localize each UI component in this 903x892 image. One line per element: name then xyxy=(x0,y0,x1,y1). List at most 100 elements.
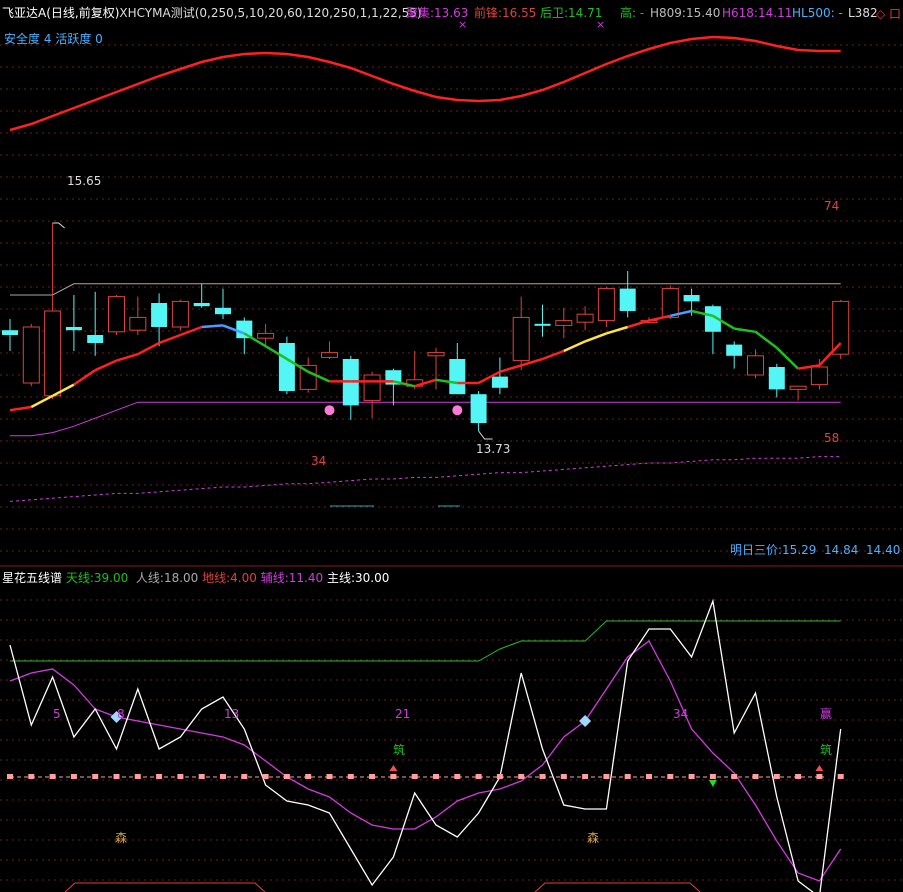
l382-label: L382 xyxy=(848,6,878,20)
candle-body-up xyxy=(789,385,807,390)
baseline-square xyxy=(560,774,567,779)
baseline-square xyxy=(28,774,35,779)
baseline-square xyxy=(220,774,226,779)
top-red-curve xyxy=(9,35,841,132)
bottom-bracket xyxy=(64,882,266,892)
ma-segment xyxy=(201,324,224,329)
sen-label-2: 森 xyxy=(587,831,600,845)
baseline-square xyxy=(241,774,248,779)
baseline-square xyxy=(603,774,610,779)
baseline-square xyxy=(326,774,333,779)
fib-21-label: 21 xyxy=(395,707,411,721)
h618-value: 14.11 xyxy=(757,6,793,20)
baseline-square xyxy=(411,774,418,779)
ren-label: 人线: xyxy=(135,571,164,585)
baseline-square xyxy=(198,774,205,779)
juji-marker: × xyxy=(458,18,468,31)
baseline-square xyxy=(539,774,546,779)
tomorrow-p3: 14.40 xyxy=(866,543,901,557)
baseline-square xyxy=(49,774,56,779)
candle-body-up xyxy=(44,310,62,397)
candle-body-up xyxy=(661,288,679,318)
anquan-value: 4 xyxy=(43,32,52,46)
gem-icon xyxy=(452,405,463,416)
h618-label: H618: xyxy=(722,6,758,20)
ma-segment xyxy=(754,330,778,349)
candle-body-up xyxy=(576,313,594,323)
baseline-square xyxy=(156,774,163,779)
baseline-square xyxy=(646,774,652,779)
houwei-label: 后卫: xyxy=(540,6,569,20)
baseline-square xyxy=(7,774,13,779)
zhu-label: 主线: xyxy=(326,571,355,585)
ma-segment xyxy=(734,327,756,334)
ma-segment xyxy=(116,353,139,362)
baseline-square xyxy=(70,774,77,779)
candle-body-up xyxy=(363,374,381,402)
baseline-square xyxy=(390,774,397,779)
baseline-square xyxy=(518,774,525,779)
sub-title: 星花五线谱 xyxy=(2,571,63,585)
baseline-square xyxy=(709,774,716,779)
anquan-label: 安全度 xyxy=(4,32,41,46)
huoyue-value: 0 xyxy=(95,32,103,46)
houwei-marker: × xyxy=(596,18,606,31)
ma-segment xyxy=(648,314,671,322)
baseline-square xyxy=(731,774,738,779)
ma-segment xyxy=(627,319,650,329)
candle-body-down xyxy=(151,303,168,327)
zhu-line xyxy=(9,598,842,892)
window-control-icons[interactable]: ◇ 口 xyxy=(876,5,901,22)
baseline-square xyxy=(816,774,823,779)
level-58-label: 58 xyxy=(824,431,840,445)
gem-icon xyxy=(324,405,335,416)
ma-segment xyxy=(775,346,799,370)
sen-label-1: 森 xyxy=(115,831,128,845)
candle-body-up xyxy=(832,300,850,355)
candle-body-down xyxy=(619,288,636,311)
low-leader-line xyxy=(478,430,493,440)
baseline-square xyxy=(454,774,461,779)
ma-segment xyxy=(158,333,181,345)
candle-body-down xyxy=(2,330,18,335)
zhu-label-2: 筑 xyxy=(820,743,833,757)
qianfeng-label: 前锋: xyxy=(474,6,503,20)
candle-body-up xyxy=(257,332,275,339)
baseline-square xyxy=(624,774,631,779)
candle-body-up xyxy=(171,300,189,328)
qianfeng-value: 16.55 xyxy=(502,6,537,20)
baseline-square xyxy=(433,774,439,779)
candle-body-up xyxy=(129,316,147,331)
ma-segment xyxy=(30,394,54,409)
candle-body-down xyxy=(193,303,210,307)
ma-segment xyxy=(73,369,96,386)
tomorrow-p1: 15.29 xyxy=(782,543,817,557)
ying-label: 赢 xyxy=(820,707,833,721)
ma-segment xyxy=(606,325,629,335)
ma-segment xyxy=(499,364,522,373)
candle-body-down xyxy=(491,376,508,388)
candle-body-up xyxy=(108,296,125,333)
baseline-square xyxy=(305,774,312,779)
ren-value: 18.00 xyxy=(163,571,199,585)
gao-label: 高: - xyxy=(620,6,645,20)
ma-segment xyxy=(584,332,607,343)
candle-body-down xyxy=(87,335,104,343)
lower-band-line xyxy=(10,401,841,437)
candle-body-up xyxy=(555,320,573,326)
fib-34-label: 34 xyxy=(673,707,689,721)
tomorrow-p2: 14.84 xyxy=(824,543,859,557)
candle-body-down xyxy=(768,367,785,390)
fu-label: 辅线: xyxy=(260,571,289,585)
stock-chart-canvas[interactable] xyxy=(0,0,903,892)
candle-body-down xyxy=(470,394,487,423)
candle-body-down xyxy=(449,359,466,395)
candle-body-up xyxy=(427,352,445,357)
candle-body-down xyxy=(683,295,700,302)
candle-body-up xyxy=(597,288,615,322)
high-price-label: 15.65 xyxy=(67,174,102,188)
baseline-square xyxy=(795,774,802,779)
sub-grid-lines xyxy=(0,599,903,881)
fu-line xyxy=(9,640,842,882)
fib-13-label: 13 xyxy=(224,707,240,721)
